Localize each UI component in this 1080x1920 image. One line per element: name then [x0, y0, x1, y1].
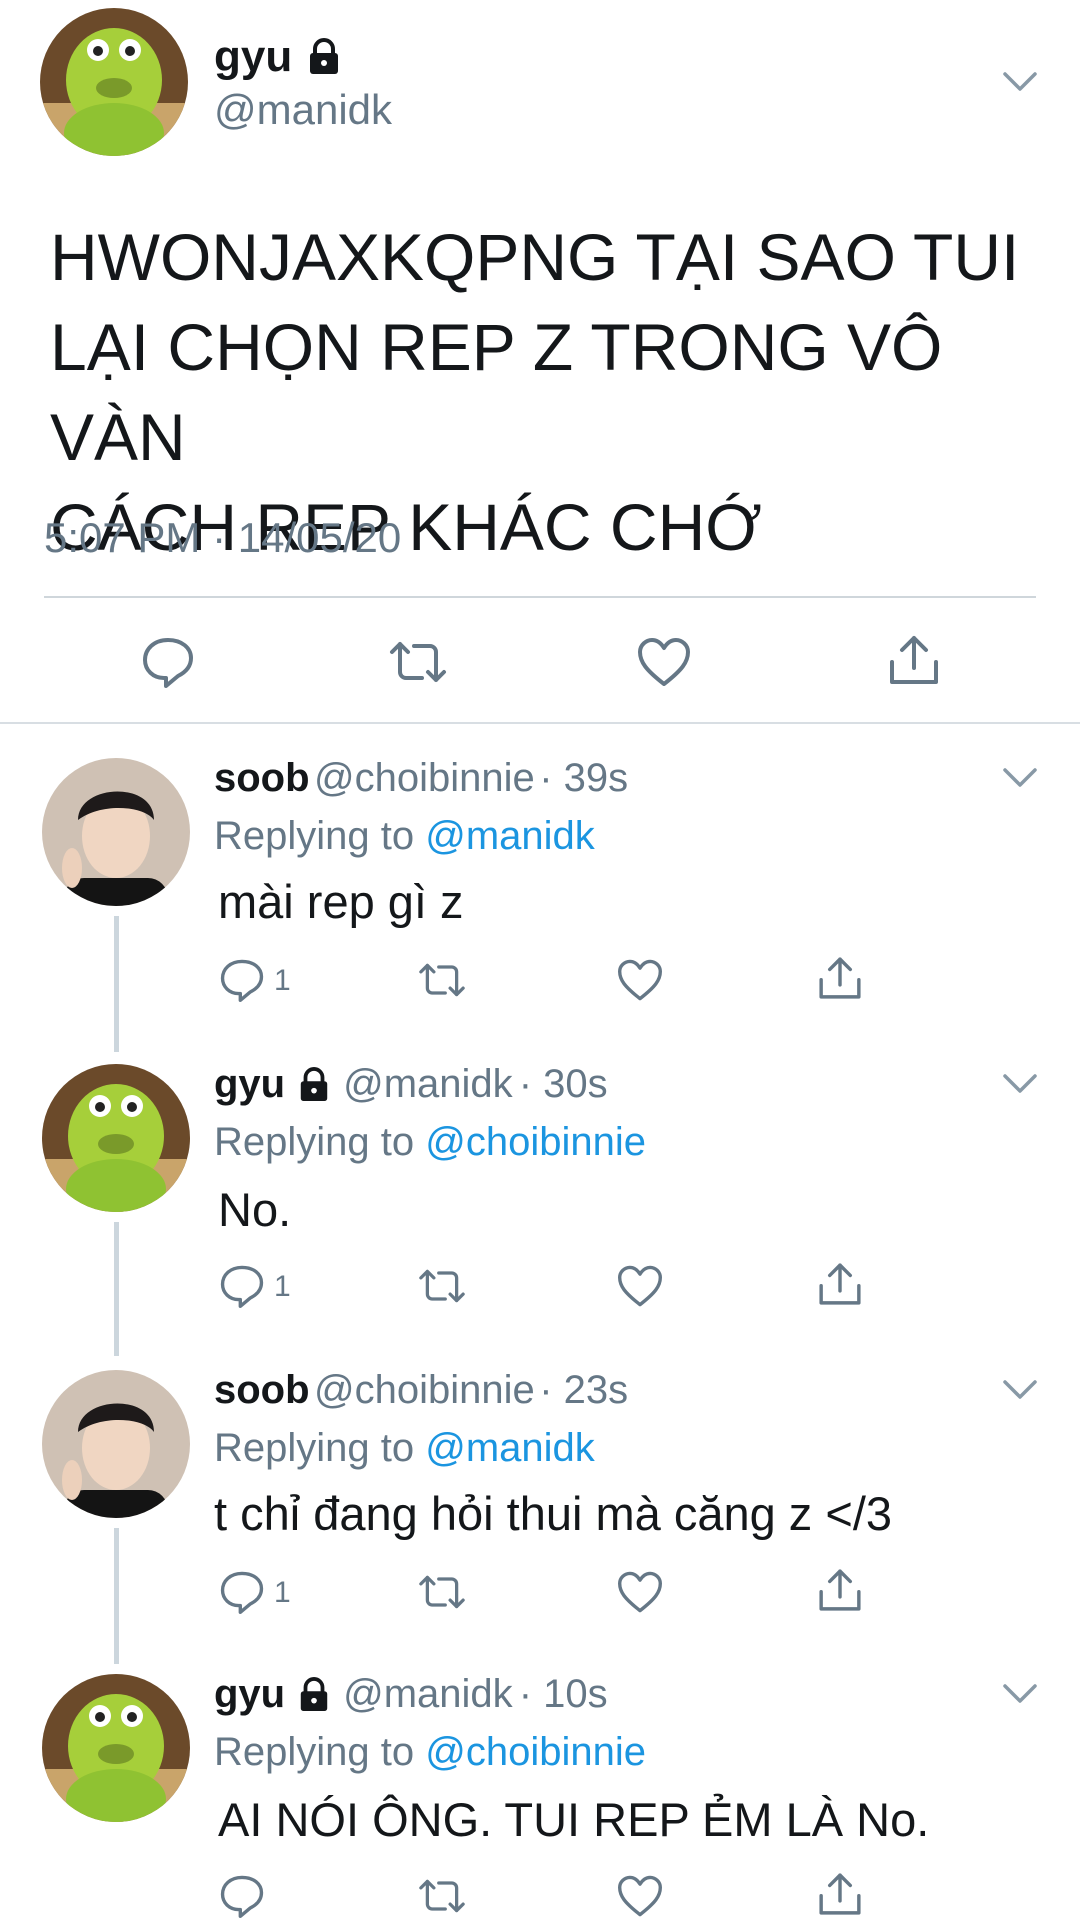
- like-icon[interactable]: [636, 636, 692, 688]
- avatar[interactable]: [40, 8, 188, 156]
- reply-text: mài rep gì z: [218, 875, 464, 928]
- replying-to: Replying to @choibinnie: [214, 1730, 646, 1774]
- tweet-time[interactable]: · 30s: [519, 1062, 608, 1107]
- reply-icon[interactable]: [218, 1874, 266, 1918]
- replying-to: Replying to @choibinnie: [214, 1120, 646, 1164]
- tweet-time[interactable]: · 10s: [519, 1672, 608, 1717]
- chevron-down-icon[interactable]: [1002, 766, 1038, 790]
- share-icon[interactable]: [816, 1260, 864, 1308]
- author-name[interactable]: soob: [214, 756, 310, 800]
- chevron-down-icon[interactable]: [1002, 70, 1038, 94]
- reply-icon[interactable]: [140, 636, 196, 688]
- avatar[interactable]: [42, 1064, 190, 1212]
- like-icon[interactable]: [616, 1570, 664, 1614]
- share-icon[interactable]: [816, 1870, 864, 1918]
- author-name[interactable]: soob: [214, 1368, 310, 1412]
- chevron-down-icon[interactable]: [1002, 1072, 1038, 1096]
- chevron-down-icon[interactable]: [1002, 1682, 1038, 1706]
- lock-icon: [300, 1066, 328, 1101]
- retweet-icon[interactable]: [416, 1574, 468, 1610]
- reply-text: t chỉ đang hỏi thui mà căng z </3: [214, 1487, 893, 1540]
- chevron-down-icon[interactable]: [1002, 1378, 1038, 1402]
- author-name[interactable]: gyu: [214, 32, 292, 82]
- mention-link[interactable]: @manidk: [425, 1426, 595, 1470]
- retweet-icon[interactable]: [416, 1878, 468, 1914]
- replying-to: Replying to @manidk: [214, 1426, 595, 1470]
- share-icon[interactable]: [816, 1566, 864, 1614]
- mention-link[interactable]: @choibinnie: [425, 1730, 646, 1774]
- avatar[interactable]: [42, 758, 190, 906]
- reply-icon[interactable]: [218, 1264, 266, 1308]
- share-icon[interactable]: [816, 954, 864, 1002]
- lock-icon: [300, 1676, 328, 1711]
- like-icon[interactable]: [616, 958, 664, 1002]
- author-name[interactable]: gyu: [214, 1062, 285, 1107]
- retweet-icon[interactable]: [386, 640, 450, 684]
- tweet-time[interactable]: · 23s: [539, 1368, 628, 1412]
- author-handle[interactable]: @choibinnie: [314, 756, 535, 800]
- author-handle[interactable]: @manidk: [343, 1672, 513, 1717]
- mention-link[interactable]: @choibinnie: [425, 1120, 646, 1164]
- divider: [44, 596, 1036, 598]
- tweet-time[interactable]: · 39s: [539, 756, 628, 800]
- thread-line: [114, 916, 119, 1052]
- author-handle[interactable]: @choibinnie: [314, 1368, 535, 1412]
- tweet-timestamp[interactable]: 5:07 PM · 14/05/20: [44, 514, 401, 562]
- reply-count: 1: [274, 1270, 291, 1303]
- thread-line: [114, 1222, 119, 1356]
- reply-text: AI NÓI ÔNG. TUI REP ẺM LÀ No.: [218, 1793, 930, 1846]
- retweet-icon[interactable]: [416, 1268, 468, 1304]
- reply-icon[interactable]: [218, 1570, 266, 1614]
- replying-to: Replying to @manidk: [214, 814, 595, 858]
- avatar[interactable]: [42, 1370, 190, 1518]
- retweet-icon[interactable]: [416, 962, 468, 998]
- reply-count: 1: [274, 964, 291, 997]
- section-divider: [0, 722, 1080, 724]
- thread-line: [114, 1528, 119, 1664]
- like-icon[interactable]: [616, 1264, 664, 1308]
- author-handle[interactable]: @manidk: [214, 86, 392, 134]
- avatar[interactable]: [42, 1674, 190, 1822]
- reply-count: 1: [274, 1576, 291, 1609]
- reply-icon[interactable]: [218, 958, 266, 1002]
- like-icon[interactable]: [616, 1874, 664, 1918]
- share-icon[interactable]: [886, 632, 942, 688]
- reply-text: No.: [218, 1183, 292, 1236]
- lock-icon: [310, 38, 339, 74]
- mention-link[interactable]: @manidk: [425, 814, 595, 858]
- author-name[interactable]: gyu: [214, 1672, 285, 1717]
- author-handle[interactable]: @manidk: [343, 1062, 513, 1107]
